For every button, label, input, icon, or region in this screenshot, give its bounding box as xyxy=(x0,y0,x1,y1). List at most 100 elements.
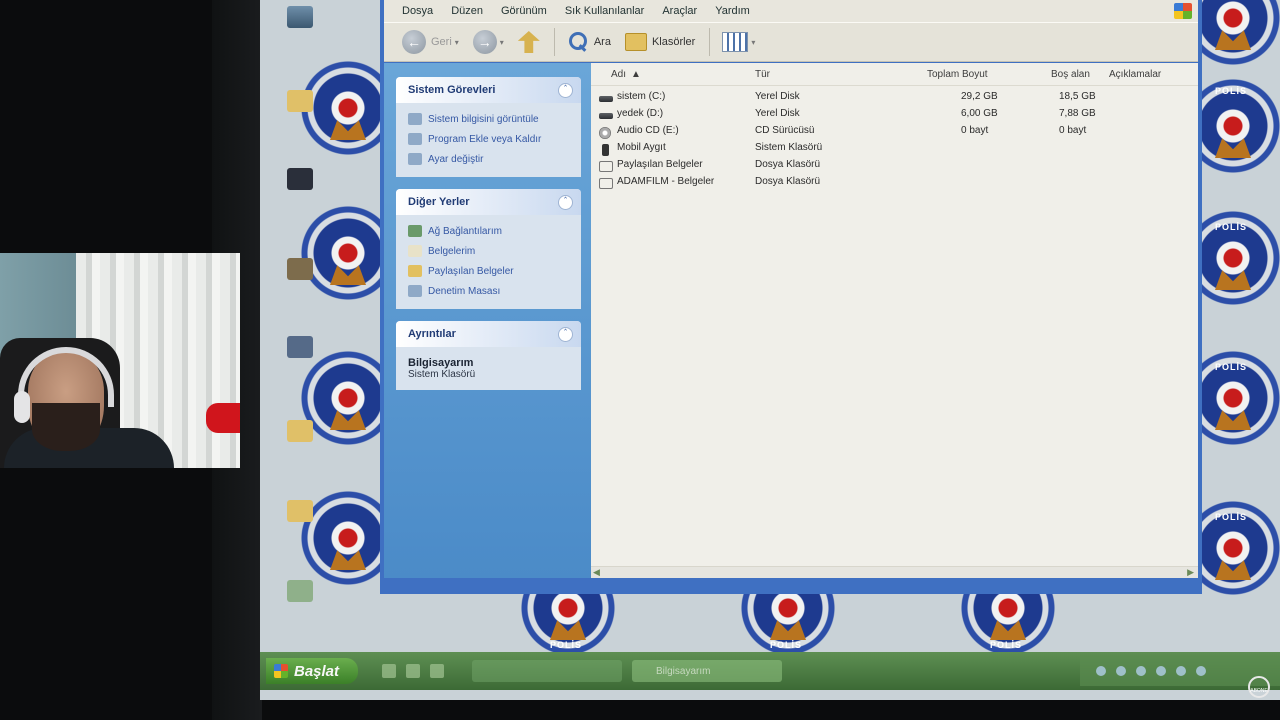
item-free: 0 bayt xyxy=(1059,125,1087,136)
task-change-setting[interactable]: Ayar değiştir xyxy=(408,149,571,169)
list-item[interactable]: ADAMFILM - Belgeler Dosya Klasörü xyxy=(599,176,1198,193)
system-tasks-header[interactable]: Sistem Görevleri ˆ xyxy=(396,77,581,103)
list-item[interactable]: yedek (D:) Yerel Disk 6,00 GB 7,88 GB xyxy=(599,108,1198,125)
menu-edit[interactable]: Düzen xyxy=(451,5,483,17)
item-type: Sistem Klasörü xyxy=(755,142,823,153)
tray-icon[interactable] xyxy=(1116,666,1126,676)
desktop-icon[interactable] xyxy=(270,168,330,192)
search-button[interactable]: Ara xyxy=(567,31,611,53)
other-places-panel: Diğer Yerler ˆ Ağ Bağlantılarım Belgeler… xyxy=(396,189,581,309)
views-button[interactable]: ▾ xyxy=(722,32,755,52)
back-button[interactable]: ← Geri ▾ xyxy=(402,30,459,54)
folder-icon xyxy=(287,420,313,442)
desktop-icon[interactable] xyxy=(270,500,330,524)
column-header-total-size[interactable]: Toplam Boyut xyxy=(927,69,988,80)
desktop-icon[interactable] xyxy=(270,90,330,114)
wallpaper-text: POLİS xyxy=(990,640,1023,650)
tray-icon[interactable] xyxy=(1096,666,1106,676)
menu-file[interactable]: Dosya xyxy=(402,5,433,17)
folders-button[interactable]: Klasörler xyxy=(624,33,695,51)
taskbar-window-button[interactable] xyxy=(472,660,622,682)
details-header[interactable]: Ayrıntılar ˆ xyxy=(396,321,581,347)
wallpaper-text: POLİS xyxy=(1215,86,1248,96)
desktop-icon[interactable] xyxy=(270,6,330,30)
column-header-free-space[interactable]: Boş alan xyxy=(1051,69,1090,80)
horizontal-scrollbar[interactable]: ◀ ▶ xyxy=(591,566,1198,578)
desktop-icon[interactable] xyxy=(270,420,330,444)
wallpaper-text: POLİS xyxy=(550,640,583,650)
desktop-icon[interactable] xyxy=(270,580,330,604)
scroll-right-icon[interactable]: ▶ xyxy=(1187,568,1194,578)
tray-icon[interactable] xyxy=(1156,666,1166,676)
list-item[interactable]: sistem (C:) Yerel Disk 29,2 GB 18,5 GB xyxy=(599,91,1198,108)
tray-icon[interactable] xyxy=(1196,666,1206,676)
collapse-icon[interactable]: ˆ xyxy=(558,326,573,342)
item-total: 29,2 GB xyxy=(961,91,998,102)
search-icon xyxy=(567,31,589,53)
item-free: 7,88 GB xyxy=(1059,108,1096,119)
scroll-left-icon[interactable]: ◀ xyxy=(593,568,600,578)
quick-launch-icon[interactable] xyxy=(382,664,396,678)
hard-drive-icon xyxy=(599,96,613,102)
other-places-header[interactable]: Diğer Yerler ˆ xyxy=(396,189,581,215)
views-dropdown-icon: ▾ xyxy=(751,37,756,47)
forward-arrow-icon: → xyxy=(472,30,497,54)
item-total: 6,00 GB xyxy=(961,108,998,119)
menu-tools[interactable]: Araçlar xyxy=(662,5,697,17)
place-label: Ağ Bağlantılarım xyxy=(428,225,502,237)
desktop-icon[interactable] xyxy=(270,258,330,282)
tray-icon[interactable] xyxy=(1176,666,1186,676)
place-my-documents[interactable]: Belgelerim xyxy=(408,241,571,261)
start-button[interactable]: Başlat xyxy=(266,658,358,684)
desktop-icon[interactable] xyxy=(270,336,330,360)
recycle-bin-icon xyxy=(287,580,313,602)
details-panel: Ayrıntılar ˆ Bilgisayarım Sistem Klasörü xyxy=(396,321,581,390)
quick-launch-icon[interactable] xyxy=(430,664,444,678)
header-divider xyxy=(591,85,1198,86)
column-header-type[interactable]: Tür xyxy=(755,69,770,80)
place-label: Belgelerim xyxy=(428,245,476,257)
control-panel-icon xyxy=(408,153,422,165)
place-control-panel[interactable]: Denetim Masası xyxy=(408,281,571,301)
column-header-comments[interactable]: Açıklamalar xyxy=(1109,69,1161,80)
place-label: Paylaşılan Belgeler xyxy=(428,265,514,277)
task-add-remove-programs[interactable]: Program Ekle veya Kaldır xyxy=(408,129,571,149)
toolbar: ← Geri ▾ → ▾ Ara Klasörler ▾ xyxy=(384,22,1198,62)
network-icon xyxy=(408,225,422,237)
list-item[interactable]: Paylaşılan Belgeler Dosya Klasörü xyxy=(599,159,1198,176)
item-name: yedek (D:) xyxy=(617,108,664,119)
item-type: CD Sürücüsü xyxy=(755,125,815,136)
folder-icon xyxy=(287,500,313,522)
collapse-icon[interactable]: ˆ xyxy=(558,82,573,98)
item-type: Yerel Disk xyxy=(755,91,800,102)
item-total: 0 bayt xyxy=(961,125,989,136)
tray-icon[interactable] xyxy=(1136,666,1146,676)
menu-view[interactable]: Görünüm xyxy=(501,5,547,17)
item-name: Mobil Aygıt xyxy=(617,142,666,153)
place-network-connections[interactable]: Ağ Bağlantılarım xyxy=(408,221,571,241)
back-label: Geri xyxy=(431,36,452,48)
list-item[interactable]: Mobil Aygıt Sistem Klasörü xyxy=(599,142,1198,159)
task-pane: Sistem Görevleri ˆ Sistem bilgisini görü… xyxy=(384,63,591,578)
task-view-system-info[interactable]: Sistem bilgisini görüntüle xyxy=(408,109,571,129)
quick-launch-icon[interactable] xyxy=(406,664,420,678)
system-info-icon xyxy=(408,113,422,125)
folder-icon xyxy=(287,90,313,112)
folders-icon xyxy=(624,33,647,51)
windows-logo-icon xyxy=(274,664,288,678)
shortcut-icon xyxy=(287,258,313,280)
collapse-icon[interactable]: ˆ xyxy=(558,194,573,210)
place-shared-documents[interactable]: Paylaşılan Belgeler xyxy=(408,261,571,281)
menu-bar: Dosya Düzen Görünüm Sık Kullanılanlar Ar… xyxy=(384,0,1198,22)
taskbar-window-button[interactable]: Bilgisayarım xyxy=(632,660,782,682)
subscribe-badge[interactable]: ABONE xyxy=(1248,676,1270,698)
forward-button[interactable]: → ▾ xyxy=(472,30,504,54)
menu-favorites[interactable]: Sık Kullanılanlar xyxy=(565,5,645,17)
cd-drive-icon xyxy=(599,127,611,139)
menu-help[interactable]: Yardım xyxy=(715,5,750,17)
column-header-name[interactable]: Adı xyxy=(611,69,626,80)
up-button[interactable] xyxy=(517,31,540,53)
list-item[interactable]: Audio CD (E:) CD Sürücüsü 0 bayt 0 bayt xyxy=(599,125,1198,142)
subscribe-label: ABONE xyxy=(1250,688,1268,694)
item-name: Audio CD (E:) xyxy=(617,125,679,136)
